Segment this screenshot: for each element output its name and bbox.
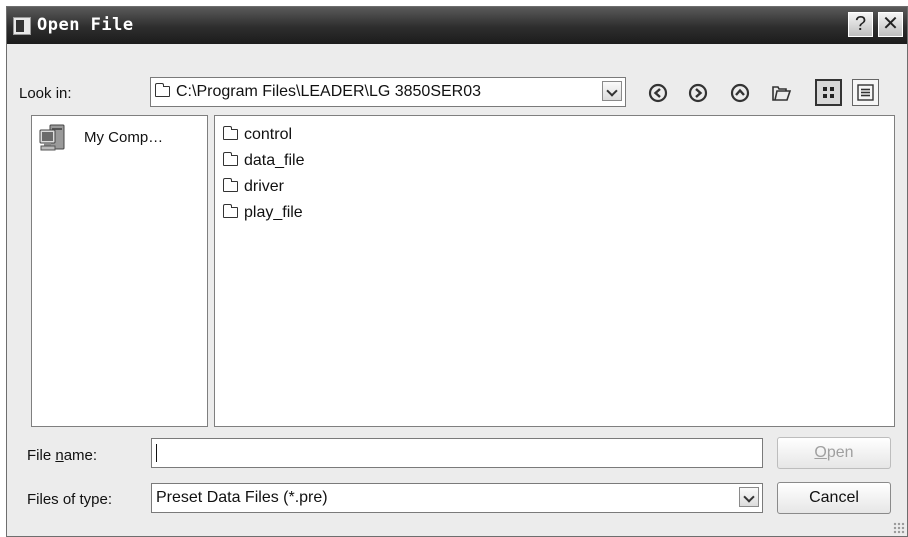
up-folder-icon[interactable] (729, 82, 751, 104)
folder-icon (154, 83, 170, 97)
open-file-dialog: Open File ? ✕ Look in: C:\Program Files\… (6, 6, 908, 537)
list-item[interactable]: driver (222, 178, 284, 196)
list-item[interactable]: control (222, 126, 292, 144)
app-icon (13, 17, 31, 35)
look-in-combo[interactable]: C:\Program Files\LEADER\LG 3850SER03 (150, 77, 626, 107)
folder-icon (222, 126, 238, 140)
open-button[interactable]: Open (777, 437, 891, 469)
file-type-label: Files of type: (27, 491, 113, 508)
folder-icon (222, 152, 238, 166)
file-name-label: File name: (27, 447, 98, 464)
folder-icon (222, 178, 238, 192)
forward-icon[interactable] (687, 82, 709, 104)
chevron-down-icon[interactable] (739, 487, 759, 507)
file-type-select[interactable]: Preset Data Files (*.pre) (151, 483, 763, 513)
folder-icon (222, 204, 238, 218)
close-button[interactable]: ✕ (878, 12, 903, 37)
sidebar: My Comp… (31, 115, 208, 427)
list-item[interactable]: play_file (222, 204, 303, 222)
cancel-button[interactable]: Cancel (777, 482, 891, 514)
text-caret (156, 444, 157, 462)
new-folder-icon[interactable] (770, 82, 792, 104)
list-item[interactable]: data_file (222, 152, 305, 170)
file-name-input[interactable] (151, 438, 763, 468)
computer-icon (39, 124, 65, 151)
title-bar[interactable]: Open File ? ✕ (7, 7, 907, 44)
resize-grip[interactable] (893, 522, 905, 534)
help-button[interactable]: ? (848, 12, 873, 37)
file-list: control data_file driver play_file (214, 115, 895, 427)
sidebar-item-label: My Comp… (84, 129, 164, 146)
detail-view-icon[interactable] (852, 79, 879, 106)
chevron-down-icon[interactable] (602, 81, 622, 101)
look-in-label: Look in: (19, 85, 72, 102)
back-icon[interactable] (647, 82, 669, 104)
list-view-icon[interactable] (815, 79, 842, 106)
window-title: Open File (37, 15, 134, 35)
look-in-path: C:\Program Files\LEADER\LG 3850SER03 (176, 83, 482, 100)
